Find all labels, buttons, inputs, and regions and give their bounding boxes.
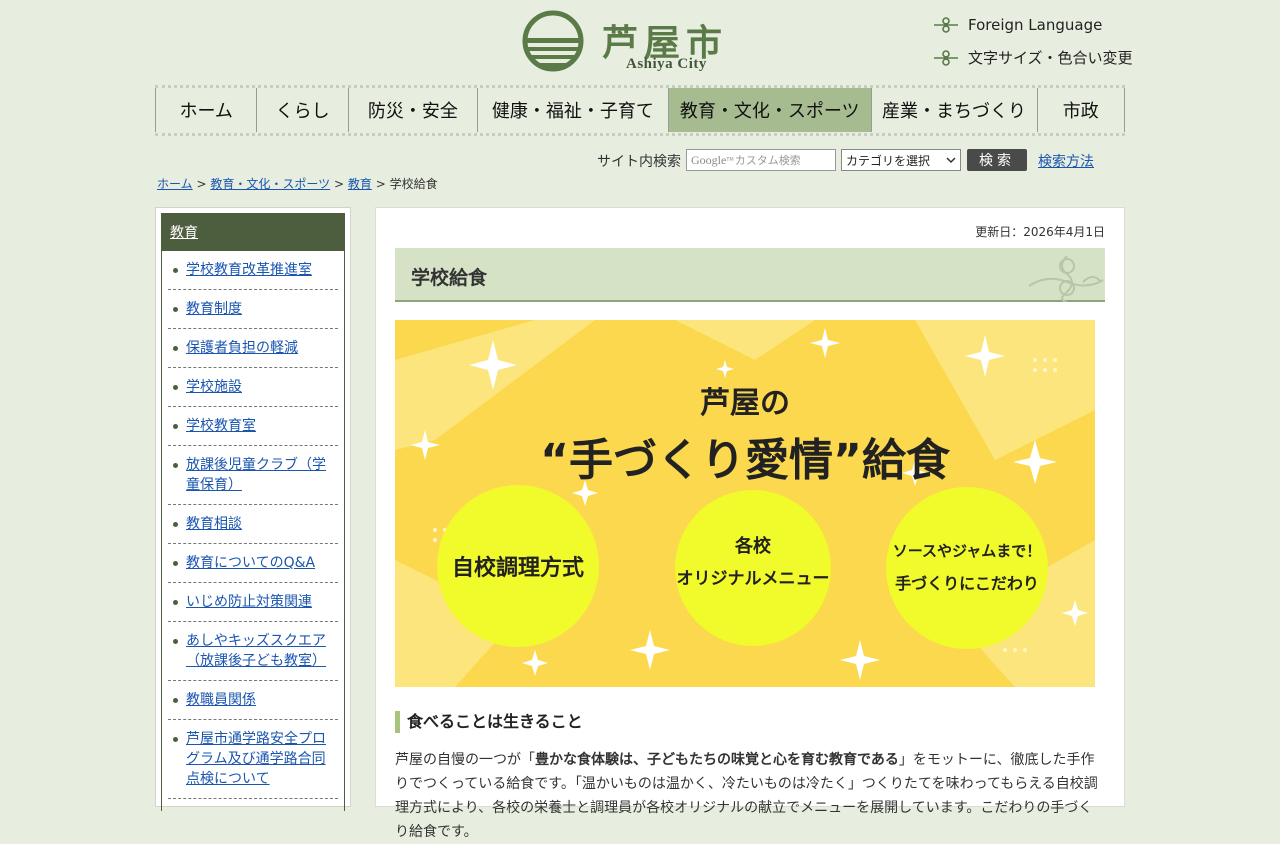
- sidebar-item: 芦屋市通学路安全プログラム及び通学路合同点検について: [168, 720, 338, 799]
- foreign-language-label: Foreign Language: [968, 16, 1103, 34]
- banner-circle2-line1: 各校: [735, 536, 771, 557]
- search-placeholder: カスタム検索: [734, 154, 801, 167]
- banner-line2: “手づくり愛情”給食: [540, 435, 950, 486]
- site-logo[interactable]: 芦屋市 Ashiya City: [522, 8, 732, 78]
- banner-circle3-line1: ソースやジャムまで！: [892, 542, 1042, 560]
- sidebar: 教育 学校教育改革推進室 教育制度 保護者負担の軽減 学校施設 学校教育室 放課…: [155, 207, 351, 811]
- sidebar-item: 保護者負担の軽減: [168, 329, 338, 368]
- section-heading: 食べることは生きること: [395, 711, 583, 733]
- sidebar-item: 教育についてのQ&A: [168, 544, 338, 583]
- google-brand: Google: [691, 152, 727, 167]
- updated-date: 更新日：2026年4月1日: [975, 225, 1105, 239]
- breadcrumb-education[interactable]: 教育: [348, 177, 372, 191]
- page-title: 学校給食: [411, 267, 488, 289]
- banner-circle3-line2: 手づくりにこだわり: [895, 574, 1039, 593]
- breadcrumb-home[interactable]: ホーム: [157, 177, 193, 191]
- sidebar-item-link[interactable]: 教育制度: [186, 301, 242, 317]
- sidebar-item: 教育制度: [168, 290, 338, 329]
- banner-artwork: [395, 320, 1095, 687]
- clover-bullet-icon: [934, 49, 958, 66]
- chevron-down-icon: [946, 157, 956, 164]
- nav-industry[interactable]: 産業・まちづくり: [870, 88, 1037, 132]
- nav-safety[interactable]: 防災・安全: [347, 88, 477, 132]
- global-nav: ホーム くらし 防災・安全 健康・福祉・子育て 教育・文化・スポーツ 産業・まち…: [155, 88, 1125, 132]
- search-button[interactable]: 検索: [967, 149, 1027, 171]
- sidebar-item-link[interactable]: 学校施設: [186, 379, 242, 395]
- breadcrumb-current: 学校給食: [389, 177, 438, 191]
- sidebar-item-link[interactable]: あしやキッズスクエア（放課後子ども教室）: [186, 633, 326, 669]
- sidebar-item-link[interactable]: 教育相談: [186, 516, 242, 532]
- sidebar-list: 学校教育改革推進室 教育制度 保護者負担の軽減 学校施設 学校教育室 放課後児童…: [162, 251, 344, 799]
- main-content: 更新日：2026年4月1日 学校給食 芦屋の “手づくり愛情”給食 自校調理方式…: [375, 207, 1125, 840]
- nav-health-welfare[interactable]: 健康・福祉・子育て: [477, 88, 668, 132]
- sidebar-item-link[interactable]: 保護者負担の軽減: [186, 340, 298, 356]
- sidebar-item: 教育相談: [168, 505, 338, 544]
- sidebar-heading-link[interactable]: 教育: [170, 222, 198, 242]
- breadcrumb-separator: >: [375, 177, 386, 191]
- text-size-color-label: 文字サイズ・色合い変更: [968, 49, 1133, 67]
- intro-paragraph: 芦屋の自慢の一つが「豊かな食体験は、子どもたちの味覚と心を育む教育である」をモッ…: [395, 748, 1105, 844]
- school-lunch-banner: 芦屋の “手づくり愛情”給食 自校調理方式 各校 オリジナルメニュー ソースやジ…: [395, 320, 1095, 687]
- page-title-bar: 学校給食: [395, 248, 1105, 302]
- breadcrumb-separator: >: [196, 177, 207, 191]
- breadcrumb-education-culture[interactable]: 教育・文化・スポーツ: [210, 177, 330, 191]
- sidebar-item: 学校施設: [168, 368, 338, 407]
- ornament-scroll-icon: [1028, 255, 1104, 302]
- sidebar-item-link[interactable]: 放課後児童クラブ（学童保育）: [186, 457, 326, 493]
- nav-education-culture[interactable]: 教育・文化・スポーツ: [667, 88, 871, 132]
- banner-circle1-text: 自校調理方式: [451, 556, 584, 581]
- sidebar-item: 学校教育室: [168, 407, 338, 446]
- intro-text-pre: 芦屋の自慢の一つが「: [395, 752, 535, 768]
- sidebar-item-link[interactable]: いじめ防止対策関連: [186, 594, 312, 610]
- banner-line1: 芦屋の: [700, 386, 790, 421]
- nav-living[interactable]: くらし: [256, 88, 347, 132]
- search-help-link[interactable]: 検索方法: [1038, 151, 1094, 171]
- category-selected: カテゴリを選択: [846, 153, 931, 168]
- sidebar-item-link[interactable]: 学校教育改革推進室: [186, 262, 312, 278]
- google-tm: TM: [726, 157, 734, 163]
- breadcrumb: ホーム > 教育・文化・スポーツ > 教育 > 学校給食: [157, 175, 438, 192]
- sidebar-item: 学校教育改革推進室: [168, 251, 338, 290]
- site-search-input[interactable]: Google TM カスタム検索: [686, 149, 836, 171]
- breadcrumb-separator: >: [333, 177, 345, 191]
- nav-city-admin[interactable]: 市政: [1036, 88, 1125, 132]
- banner-circle2-line2: オリジナルメニュー: [676, 569, 830, 589]
- text-size-color-link[interactable]: 文字サイズ・色合い変更: [934, 47, 1133, 68]
- sidebar-item: いじめ防止対策関連: [168, 583, 338, 622]
- nav-home[interactable]: ホーム: [155, 88, 256, 132]
- sidebar-item-link[interactable]: 学校教育室: [186, 418, 256, 434]
- foreign-language-link[interactable]: Foreign Language: [934, 16, 1102, 34]
- city-emblem-icon: [522, 10, 584, 72]
- sidebar-item: 放課後児童クラブ（学童保育）: [168, 446, 338, 505]
- sidebar-item-link[interactable]: 教職員関係: [186, 692, 256, 708]
- logo-subtitle: Ashiya City: [626, 56, 707, 72]
- intro-text-emphasis: 豊かな食体験は、子どもたちの味覚と心を育む教育である: [535, 752, 899, 768]
- sidebar-item: あしやキッズスクエア（放課後子ども教室）: [168, 622, 338, 681]
- site-search-label: サイト内検索: [597, 154, 681, 170]
- nav-divider-bottom: [155, 133, 1125, 136]
- sidebar-heading: 教育: [161, 213, 345, 251]
- clover-bullet-icon: [934, 17, 958, 33]
- sidebar-item: 教職員関係: [168, 681, 338, 720]
- sidebar-item-link[interactable]: 芦屋市通学路安全プログラム及び通学路合同点検について: [186, 731, 326, 787]
- sidebar-body: 学校教育改革推進室 教育制度 保護者負担の軽減 学校施設 学校教育室 放課後児童…: [161, 251, 345, 811]
- sidebar-item-link[interactable]: 教育についてのQ&A: [186, 555, 315, 571]
- category-select[interactable]: カテゴリを選択: [841, 149, 961, 171]
